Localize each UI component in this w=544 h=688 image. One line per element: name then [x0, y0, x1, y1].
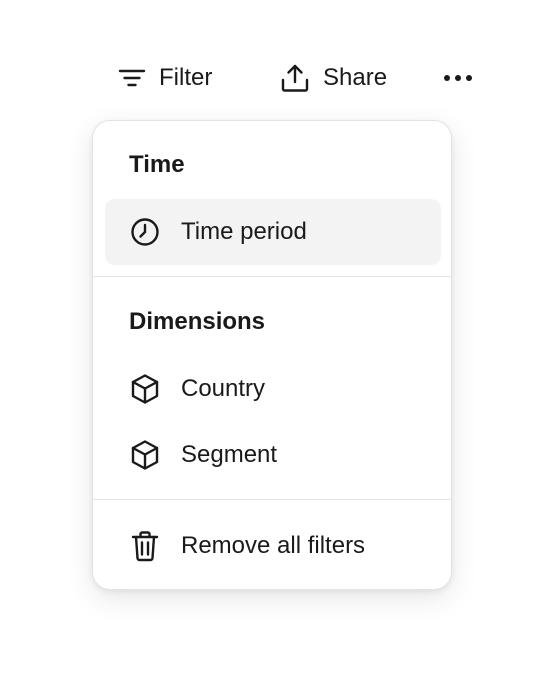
menu-item-label: Country — [181, 375, 266, 402]
menu-item-segment[interactable]: Segment — [105, 422, 441, 488]
section-title-dimensions: Dimensions — [129, 308, 266, 335]
filter-label: Filter — [159, 64, 213, 91]
share-icon — [279, 62, 311, 94]
divider — [93, 499, 451, 500]
share-button[interactable]: Share — [279, 58, 387, 98]
more-horizontal-icon — [442, 73, 474, 83]
divider — [93, 276, 451, 277]
filter-icon — [117, 63, 147, 93]
filter-menu: Time Time period Dimensions Country Segm… — [92, 120, 452, 590]
more-options-button[interactable] — [440, 58, 476, 98]
page: Filter Share Time Time period Dimensions… — [0, 0, 544, 688]
trash-icon — [129, 530, 161, 562]
share-label: Share — [323, 64, 388, 91]
menu-item-label: Segment — [181, 441, 278, 468]
section-title-time: Time — [129, 151, 185, 178]
menu-item-time-period[interactable]: Time period — [105, 199, 441, 265]
menu-item-country[interactable]: Country — [105, 356, 441, 422]
clock-icon — [129, 216, 161, 248]
cube-icon — [129, 439, 161, 471]
menu-item-label: Time period — [181, 218, 307, 245]
menu-item-label: Remove all filters — [181, 532, 366, 559]
filter-button[interactable]: Filter — [117, 58, 212, 98]
remove-all-filters-button[interactable]: Remove all filters — [105, 513, 441, 579]
cube-icon — [129, 373, 161, 405]
